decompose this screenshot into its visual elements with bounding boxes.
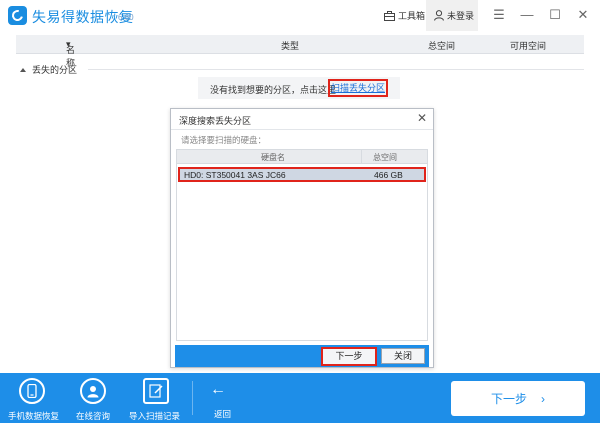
main-next-label: 下一步 bbox=[490, 392, 527, 406]
close-icon[interactable]: ✕ bbox=[576, 8, 590, 22]
login-button[interactable]: 未登录 bbox=[426, 0, 478, 31]
lost-partition-section[interactable]: 丢失的分区 bbox=[20, 63, 77, 76]
scan-hint-text: 没有找到想要的分区，点击这里 bbox=[210, 85, 337, 95]
scan-lost-partition-link[interactable]: 扫描丢失分区 bbox=[328, 79, 388, 97]
dialog-title: 深度搜索丢失分区 bbox=[179, 116, 252, 126]
phone-recovery-button[interactable]: 手机数据恢复 bbox=[0, 373, 64, 423]
dialog-footer: 下一步 关闭 bbox=[175, 345, 429, 367]
back-label[interactable]: 返回 bbox=[214, 408, 231, 420]
disk-size: 466 GB bbox=[374, 170, 403, 180]
import-record-button[interactable]: 导入扫描记录 bbox=[126, 373, 192, 423]
phone-icon bbox=[19, 378, 45, 404]
column-free-header[interactable]: 可用空间 bbox=[510, 39, 546, 52]
column-type-header[interactable]: 类型 bbox=[281, 39, 299, 52]
menu-icon[interactable]: ☰ bbox=[492, 8, 506, 22]
column-total-header[interactable]: 总空间 bbox=[428, 39, 455, 52]
toolbox-label: 工具箱 bbox=[398, 11, 426, 21]
back-arrow-icon[interactable]: ← bbox=[210, 381, 226, 399]
app-logo-icon bbox=[8, 6, 27, 25]
online-consult-label: 在线咨询 bbox=[76, 411, 111, 421]
dialog-close-button[interactable]: 关闭 bbox=[381, 348, 425, 364]
dialog-close-icon[interactable]: ✕ bbox=[417, 111, 427, 125]
lost-partition-title: 丢失的分区 bbox=[32, 65, 78, 75]
phone-recovery-label: 手机数据恢复 bbox=[8, 411, 60, 421]
online-consult-button[interactable]: 在线咨询 bbox=[64, 373, 126, 423]
bottom-divider bbox=[192, 381, 193, 415]
title-bar: 失易得数据恢复 6.60 工具箱 未登录 ☰ — ☐ ✕ bbox=[0, 0, 600, 31]
user-label: 未登录 bbox=[447, 11, 475, 21]
import-record-label: 导入扫描记录 bbox=[129, 411, 181, 421]
toolbox-button[interactable]: 工具箱 bbox=[384, 0, 425, 31]
column-name-header[interactable]: 名称 ▾ bbox=[66, 39, 75, 68]
disk-name: HD0: ST350041 3AS JC66 bbox=[184, 170, 286, 180]
disk-table: 硬盘名 总空间 HD0: ST350041 3AS JC66 466 GB bbox=[176, 149, 428, 341]
dialog-title-divider bbox=[171, 129, 433, 130]
disk-row[interactable]: HD0: ST350041 3AS JC66 466 GB bbox=[178, 167, 426, 182]
toolbox-icon bbox=[384, 10, 395, 21]
scan-hint-box: 没有找到想要的分区，点击这里 扫描丢失分区 bbox=[198, 77, 400, 99]
chevron-right-icon: › bbox=[541, 391, 545, 406]
user-support-icon bbox=[80, 378, 106, 404]
section-divider bbox=[88, 69, 584, 70]
minimize-icon[interactable]: — bbox=[520, 8, 534, 22]
app-version: 6.60 bbox=[118, 13, 134, 22]
import-record-icon bbox=[143, 378, 169, 404]
disk-name-header: 硬盘名 bbox=[261, 153, 285, 162]
deep-search-dialog: 深度搜索丢失分区 ✕ 请选择要扫描的硬盘： 硬盘名 总空间 HD0: ST350… bbox=[170, 108, 434, 368]
bottom-bar: 手机数据恢复 在线咨询 导入扫描记录 ← 返回 下一步 › bbox=[0, 373, 600, 423]
disk-total-header: 总空间 bbox=[373, 153, 397, 162]
maximize-icon[interactable]: ☐ bbox=[548, 8, 562, 22]
disk-table-header: 硬盘名 总空间 bbox=[177, 150, 427, 164]
main-next-button[interactable]: 下一步 › bbox=[451, 381, 585, 416]
collapse-triangle-icon bbox=[20, 67, 26, 72]
user-icon bbox=[434, 10, 444, 21]
header-divider bbox=[361, 150, 362, 164]
dialog-next-button[interactable]: 下一步 bbox=[321, 347, 377, 366]
dialog-prompt: 请选择要扫描的硬盘： bbox=[181, 135, 267, 145]
column-header: 名称 ▾ 类型 总空间 可用空间 bbox=[16, 35, 584, 68]
